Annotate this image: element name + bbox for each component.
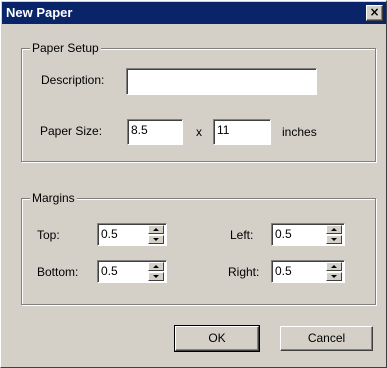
bottom-margin-up-button[interactable] [148,262,164,271]
right-margin-spinner: 0.5 [271,260,345,283]
arrow-up-icon [153,265,159,268]
paper-setup-group: Paper Setup [21,41,376,162]
bottom-margin-down-button[interactable] [148,272,164,281]
bottom-margin-spinner: 0.5 [97,260,167,283]
margins-legend: Margins [30,191,77,205]
bottom-margin-label: Bottom: [37,265,79,279]
paper-size-label: Paper Size: [40,124,103,138]
arrow-down-icon [331,238,337,241]
arrow-up-icon [153,228,159,231]
arrow-down-icon [153,238,159,241]
cancel-button[interactable]: Cancel [280,326,373,351]
left-margin-down-button[interactable] [326,235,342,244]
arrow-down-icon [153,275,159,278]
new-paper-dialog: New Paper × Paper Setup Description: Pap… [0,0,387,368]
close-icon[interactable]: × [366,5,383,21]
ok-button[interactable]: OK [174,325,260,352]
paper-setup-legend: Paper Setup [30,41,101,55]
paper-width-input[interactable]: 8.5 [127,119,183,145]
unit-label: inches [282,125,317,139]
top-margin-down-button[interactable] [148,235,164,244]
description-input[interactable] [126,68,317,95]
right-margin-down-button[interactable] [326,272,342,281]
left-margin-up-button[interactable] [326,225,342,234]
left-margin-label: Left: [230,228,254,242]
arrow-up-icon [331,228,337,231]
window-title: New Paper [6,5,73,20]
left-margin-spinner: 0.5 [271,223,345,246]
arrow-down-icon [331,275,337,278]
top-margin-spinner: 0.5 [97,223,167,246]
times-label: x [196,125,202,139]
description-label: Description: [41,73,105,87]
title-bar: New Paper × [2,2,386,24]
paper-height-input[interactable]: 11 [213,119,271,145]
arrow-up-icon [331,265,337,268]
right-margin-up-button[interactable] [326,262,342,271]
top-margin-up-button[interactable] [148,225,164,234]
margins-group: Margins [21,191,376,305]
top-margin-label: Top: [37,228,60,242]
right-margin-label: Right: [228,265,260,279]
